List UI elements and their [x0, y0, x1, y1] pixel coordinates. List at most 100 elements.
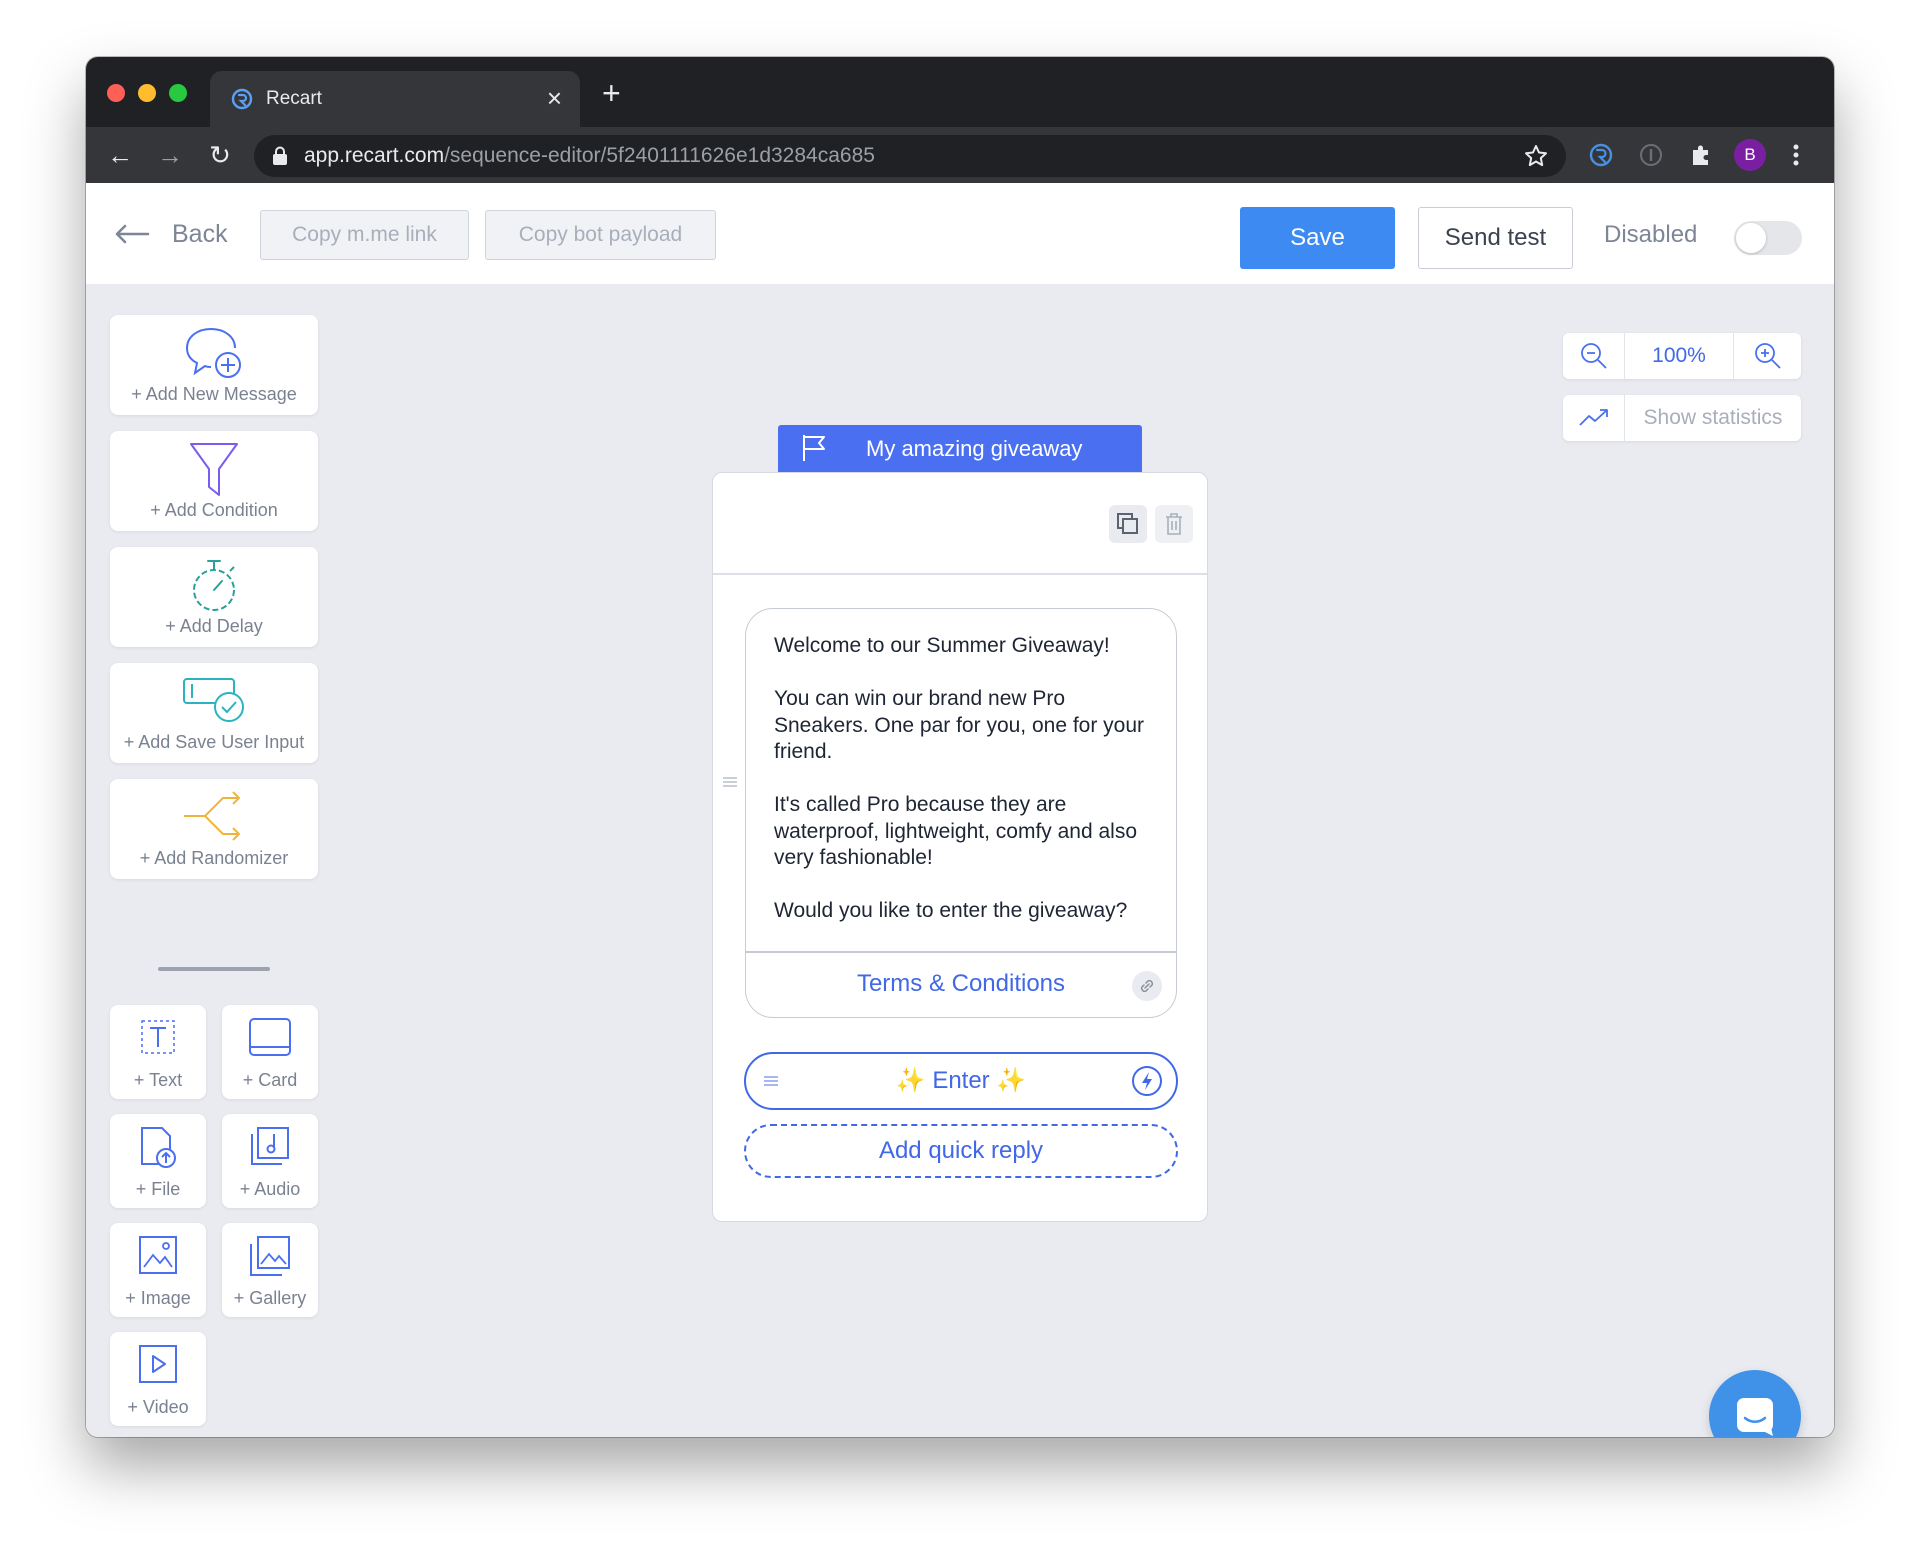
zoom-out-icon [1580, 343, 1607, 369]
url-text: app.recart.com/sequence-editor/5f2401111… [304, 144, 875, 168]
add-file-tool[interactable]: + File [110, 1114, 206, 1208]
profile-avatar[interactable]: B [1734, 139, 1766, 171]
stopwatch-icon [193, 560, 235, 611]
add-save-user-input-label: + Add Save User Input [123, 732, 305, 752]
zoom-in-button[interactable] [1733, 333, 1801, 379]
add-delay-label: + Add Delay [165, 616, 263, 636]
tab-title: Recart [266, 88, 322, 109]
video-play-icon [139, 1345, 177, 1383]
duplicate-node-button[interactable] [1109, 505, 1147, 543]
file-upload-icon [141, 1127, 176, 1168]
bookmark-star-icon[interactable] [1522, 142, 1550, 170]
randomizer-split-icon [184, 791, 241, 841]
lock-icon [273, 146, 287, 165]
new-tab-icon[interactable]: + [602, 75, 621, 111]
sequence-canvas[interactable]: + Add New Message + Add Condition + Add … [86, 284, 1834, 1437]
gallery-icon [250, 1236, 290, 1276]
text-block-icon [141, 1020, 175, 1054]
trend-up-icon [1578, 409, 1608, 426]
image-icon [139, 1236, 177, 1274]
add-card-tool[interactable]: + Card [222, 1005, 318, 1099]
maximize-window-button[interactable] [169, 84, 187, 102]
add-new-message-tool[interactable]: + Add New Message [110, 315, 318, 415]
toolbox-divider [158, 967, 270, 971]
audio-note-icon [251, 1127, 289, 1165]
support-chat-button[interactable] [1709, 1370, 1801, 1437]
add-text-tool[interactable]: + Text [110, 1005, 206, 1099]
quick-reply-text: Enter [932, 1067, 990, 1094]
add-video-tool[interactable]: + Video [110, 1332, 206, 1426]
node-title-tab[interactable]: My amazing giveaway [778, 425, 1142, 472]
url-path: /sequence-editor/5f2401111626e1d3284ca68… [444, 144, 875, 167]
message-bubble[interactable]: Welcome to our Summer Giveaway! You can … [745, 608, 1177, 1018]
message-paragraph: Welcome to our Summer Giveaway! [774, 634, 1110, 657]
browser-forward-icon[interactable]: → [154, 139, 186, 171]
input-check-icon [183, 678, 244, 722]
reload-icon[interactable]: ↻ [204, 139, 236, 171]
message-paragraph: Would you like to enter the giveaway? [774, 899, 1128, 922]
back-label: Back [172, 219, 228, 248]
minimize-window-button[interactable] [138, 84, 156, 102]
show-statistics-button[interactable]: Show statistics [1563, 395, 1801, 441]
add-quick-reply-button[interactable]: Add quick reply [744, 1124, 1178, 1178]
add-video-label: + Video [127, 1397, 189, 1417]
flag-icon [803, 435, 825, 461]
zoom-out-button[interactable] [1563, 333, 1625, 379]
add-gallery-label: + Gallery [233, 1288, 307, 1308]
node-title: My amazing giveaway [866, 436, 1083, 461]
drag-handle-icon[interactable] [721, 776, 739, 788]
address-bar[interactable]: app.recart.com/sequence-editor/5f2401111… [254, 135, 1566, 177]
bubble-divider [746, 951, 1176, 953]
add-condition-tool[interactable]: + Add Condition [110, 431, 318, 531]
add-image-tool[interactable]: + Image [110, 1223, 206, 1317]
link-button[interactable] [1132, 971, 1162, 1001]
url-host: app.recart.com [304, 144, 445, 167]
browser-back-icon[interactable]: ← [104, 139, 136, 171]
chat-bubble-icon [1737, 1398, 1773, 1436]
zoom-controls: 100% [1563, 333, 1801, 379]
arrow-left-icon [115, 224, 150, 244]
add-image-label: + Image [125, 1288, 191, 1308]
close-window-button[interactable] [107, 84, 125, 102]
add-gallery-tool[interactable]: + Gallery [222, 1223, 318, 1317]
delete-node-button[interactable] [1155, 505, 1193, 543]
add-text-label: + Text [133, 1070, 183, 1090]
message-plus-icon [185, 328, 241, 378]
browser-toolbar: ← → ↻ app.recart.com/sequence-editor/5f2… [86, 127, 1834, 183]
message-node[interactable]: Welcome to our Summer Giveaway! You can … [712, 472, 1208, 1222]
browser-tab[interactable]: Recart × [210, 71, 580, 127]
copy-mme-link-button[interactable]: Copy m.me link [260, 210, 469, 260]
browser-menu-icon[interactable] [1786, 139, 1806, 171]
info-extension-icon[interactable] [1636, 140, 1666, 170]
recart-extension-icon[interactable] [1586, 140, 1616, 170]
message-text[interactable]: Welcome to our Summer Giveaway! You can … [774, 633, 1154, 925]
sparkle-emoji: ✨ [996, 1067, 1027, 1094]
recart-logo-icon [231, 88, 253, 110]
add-save-user-input-tool[interactable]: + Add Save User Input [110, 663, 318, 763]
message-paragraph: You can win our brand new Pro Sneakers. … [774, 687, 1145, 763]
enable-toggle[interactable] [1734, 221, 1802, 255]
quick-reply-enter[interactable]: ✨ Enter ✨ [744, 1052, 1178, 1110]
add-audio-tool[interactable]: + Audio [222, 1114, 318, 1208]
lightning-bolt-icon[interactable] [1130, 1064, 1164, 1098]
filter-funnel-icon [190, 443, 238, 496]
add-randomizer-tool[interactable]: + Add Randomizer [110, 779, 318, 879]
browser-titlebar: Recart × + [86, 57, 1834, 127]
add-audio-label: + Audio [239, 1179, 301, 1199]
add-delay-tool[interactable]: + Add Delay [110, 547, 318, 647]
back-button[interactable]: Back [114, 217, 228, 251]
close-tab-icon[interactable]: × [547, 83, 562, 113]
send-test-button[interactable]: Send test [1418, 207, 1573, 269]
copy-bot-payload-button[interactable]: Copy bot payload [485, 210, 716, 260]
zoom-level: 100% [1652, 344, 1706, 367]
editor-header: Back Copy m.me link Copy bot payload Sav… [86, 183, 1834, 284]
terms-conditions-button[interactable]: Terms & Conditions [746, 964, 1176, 1004]
add-new-message-label: + Add New Message [131, 384, 297, 404]
browser-window: Recart × + ← → ↻ app.recart.com/sequence… [86, 57, 1834, 1437]
add-file-label: + File [135, 1179, 181, 1199]
link-chain-icon [1140, 979, 1154, 993]
trash-icon [1166, 513, 1182, 535]
copy-icon [1117, 513, 1138, 534]
save-button[interactable]: Save [1240, 207, 1395, 269]
extensions-puzzle-icon[interactable] [1686, 140, 1716, 170]
